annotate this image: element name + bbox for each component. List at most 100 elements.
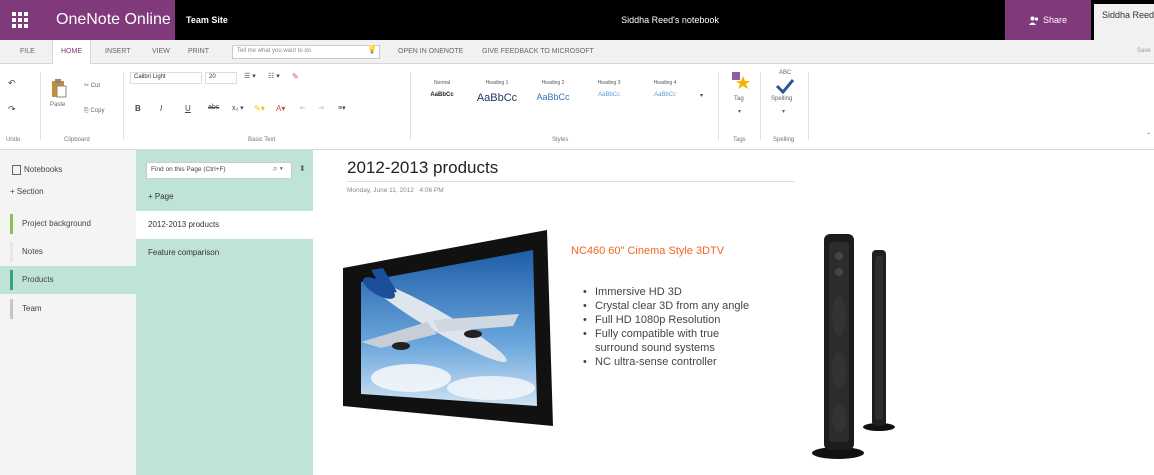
notebooks-button[interactable]: Notebooks [0,160,136,180]
section-label: Project background [22,219,91,228]
tab-file[interactable]: FILE [20,40,35,64]
notebook-icon [12,165,21,175]
undo-icon[interactable]: ↶ [8,78,16,89]
pin-icon[interactable]: ⬍ [299,164,306,173]
share-label: Share [1042,15,1068,25]
title-underline [347,181,795,182]
section-project-background[interactable]: Project background [0,210,136,238]
bullets-icon[interactable]: ☰ ▾ [244,72,256,80]
spelling-button[interactable]: ABC [774,70,796,94]
paste-label: Paste [50,102,66,108]
tab-view[interactable]: VIEW [152,40,170,64]
site-link[interactable]: Team Site [186,0,228,40]
open-in-onenote-link[interactable]: OPEN IN ONENOTE [398,40,463,64]
style-name: Normal [433,80,451,86]
italic-icon[interactable]: I [160,104,162,113]
page-item-feature-comparison[interactable]: Feature comparison [136,239,313,267]
share-people-icon [1028,16,1039,25]
share-button[interactable]: Share [1005,0,1091,40]
subscript-icon[interactable]: x₂ ▾ [232,104,244,112]
bold-icon[interactable]: B [135,104,141,113]
strikethrough-icon[interactable]: abc [208,104,219,111]
abc-text: ABC [779,70,792,76]
styles-more-button[interactable]: ▾ [700,92,703,99]
tag-button[interactable] [730,70,752,92]
style-name: Heading 3 [597,80,621,86]
style-sample: AaBbCc [653,92,676,98]
section-team[interactable]: Team [0,295,136,323]
tab-print[interactable]: PRINT [188,40,209,64]
font-size-select[interactable]: 20 [205,72,237,84]
style-sample: AaBbCc [536,92,570,102]
section-color-tab [10,270,13,290]
add-section-button[interactable]: + Section [10,187,44,196]
tv-image[interactable] [341,230,557,426]
menu-bar: FILE HOME INSERT VIEW PRINT Tell me what… [0,40,1154,65]
speakers-image[interactable] [788,230,898,466]
page-item-2012-2013-products[interactable]: 2012-2013 products [136,211,313,239]
waffle-icon [12,12,28,28]
style-normal[interactable]: Normal AaBbCc [415,76,469,128]
section-color-tab [10,242,13,262]
collapse-ribbon-icon[interactable]: ⌃ [1146,132,1151,139]
section-notes[interactable]: Notes [0,238,136,266]
notebook-title: Siddha Reed's notebook [621,15,719,25]
spelling-label: Spelling [771,96,793,102]
tell-me-input[interactable]: Tell me what you want to do [232,45,380,59]
cut-button[interactable]: ✂ Cut [84,82,100,89]
tag-label: Tag [734,96,744,102]
app-name[interactable]: OneNote Online [40,0,175,40]
search-icon[interactable]: ⌕ ▾ [273,164,283,174]
style-name: Heading 1 [485,80,509,86]
styles-group-label: Styles [552,137,569,143]
tag-icon [732,72,750,89]
list-item: Immersive HD 3D [583,285,753,299]
tag-dropdown-icon[interactable]: ▾ [738,108,741,115]
clear-formatting-icon[interactable]: ✎ [292,72,299,81]
copy-label: Copy [90,108,105,114]
list-item: Full HD 1080p Resolution [583,313,753,327]
spelling-dropdown-icon[interactable]: ▾ [782,108,785,115]
font-family-select[interactable]: Calibri Light [130,72,202,84]
page-navigation: Find on this Page (Ctrl+F) ⌕ ▾ ⬍ + Page … [136,150,313,475]
page-date: Monday, June 11, 2012 [347,187,414,194]
search-placeholder: Find on this Page (Ctrl+F) [151,166,226,173]
font-color-icon[interactable]: A▾ [276,104,285,113]
style-heading-3[interactable]: Heading 3 AaBbCc [582,76,636,128]
give-feedback-link[interactable]: GIVE FEEDBACK TO MICROSOFT [482,40,594,64]
style-sample: AaBbCc [430,92,454,98]
style-heading-1[interactable]: Heading 1 AaBbCc [470,76,524,128]
add-page-button[interactable]: + Page [148,192,174,201]
copy-button[interactable]: ⎘ Copy [84,108,104,115]
feature-list[interactable]: Immersive HD 3D Crystal clear 3D from an… [583,285,753,369]
page-timestamp: Monday, June 11, 2012 4:06 PM [347,187,444,194]
list-item: Fully compatible with true surround soun… [583,327,753,355]
decrease-indent-icon[interactable]: ⇤ [300,104,306,112]
tab-insert[interactable]: INSERT [105,40,131,64]
style-heading-4[interactable]: Heading 4 AaBbCc [638,76,692,128]
section-products[interactable]: Products [0,266,136,294]
ribbon: ↶ ↷ Undo Paste ✂ Cut ⎘ Copy Clipboard Ca… [0,64,1154,150]
cut-label: Cut [90,83,101,89]
section-label: Team [22,304,42,313]
underline-icon[interactable]: U [185,104,191,113]
style-heading-2[interactable]: Heading 2 AaBbCc [526,76,580,128]
page-canvas[interactable]: 2012-2013 products Monday, June 11, 2012… [313,150,1154,475]
spelling-group-label: Spelling [773,137,795,143]
paste-button[interactable] [51,78,67,98]
tab-home[interactable]: HOME [52,40,91,65]
section-label: Products [22,275,54,284]
page-search-input[interactable]: Find on this Page (Ctrl+F) ⌕ ▾ [146,162,292,179]
product-title[interactable]: NC460 60" Cinema Style 3DTV [571,245,741,258]
style-sample: AaBbCc [476,92,518,104]
highlight-icon[interactable]: ✎▾ [254,104,265,113]
increase-indent-icon[interactable]: ⇥ [318,104,324,112]
list-item: Crystal clear 3D from any angle [583,299,753,313]
app-launcher-button[interactable] [0,0,40,40]
align-icon[interactable]: ≡▾ [338,104,346,112]
user-account[interactable]: Siddha Reed [1094,4,1154,40]
numbering-icon[interactable]: ☷ ▾ [268,72,280,80]
redo-icon[interactable]: ↷ [8,104,16,115]
page-title[interactable]: 2012-2013 products [347,158,498,178]
clipboard-icon [52,79,67,98]
